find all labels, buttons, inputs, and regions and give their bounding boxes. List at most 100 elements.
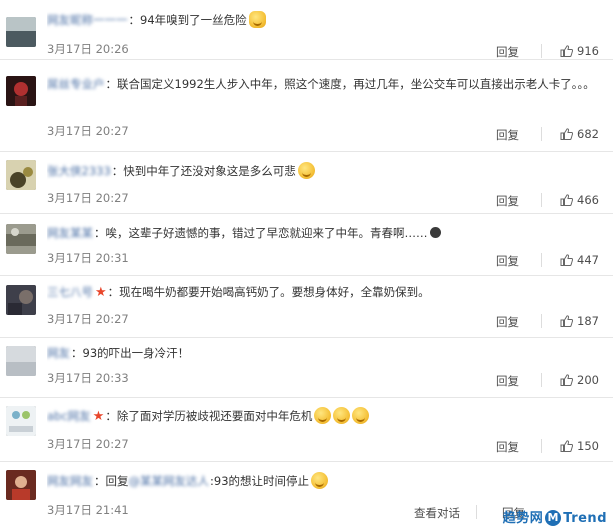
comment-text: 93的想让时间停止: [213, 474, 310, 488]
divider: [541, 373, 542, 387]
comment-text: 93的吓出一身冷汗！: [82, 346, 190, 360]
thinking-emoji-icon: [311, 472, 329, 489]
sad-emoji-icon: [333, 407, 351, 424]
comment-text: 联合国定义1992生人步入中年，照这个速度，再过几年，坐公交车可以直接出示老人卡…: [117, 77, 595, 91]
comment-body: 网友：93的吓出一身冷汗！: [47, 343, 599, 363]
like-count: 187: [577, 314, 599, 328]
reply-button[interactable]: 回复: [496, 439, 519, 455]
username-link[interactable]: abc网友: [47, 406, 91, 426]
avatar[interactable]: [6, 17, 36, 47]
sad-emoji-icon: [352, 407, 370, 424]
username-link[interactable]: 三七八号: [47, 282, 93, 302]
comment-body: 屌丝专业户：联合国定义1992生人步入中年，照这个速度，再过几年，坐公交车可以直…: [47, 74, 599, 94]
like-count: 466: [577, 193, 599, 207]
username-link[interactable]: 屌丝专业户: [47, 74, 105, 94]
avatar[interactable]: [6, 76, 36, 106]
view-dialog-button[interactable]: 查看对话: [414, 505, 460, 521]
comment-item: 屌丝专业户：联合国定义1992生人步入中年，照这个速度，再过几年，坐公交车可以直…: [0, 60, 613, 152]
avatar[interactable]: [6, 224, 36, 254]
reply-button[interactable]: 回复: [496, 253, 519, 269]
comment-text: 现在喝牛奶都要开始喝高钙奶了。要想身体好，全靠奶保到。: [119, 285, 430, 299]
comment-body: 张大侠2333：快到中年了还没对象这是多么可悲: [47, 161, 599, 181]
avatar-image: [6, 76, 36, 106]
avatar[interactable]: [6, 160, 36, 190]
divider: [541, 193, 542, 207]
watermark-text: 趋势网: [502, 511, 544, 526]
avatar-image: [6, 285, 36, 315]
avatar-image: [6, 224, 36, 254]
username-link[interactable]: 网友网友: [47, 471, 93, 491]
comment-body: 网友昵称一一一：94年嗅到了一丝危险: [47, 10, 599, 30]
username-link[interactable]: 网友某某: [47, 223, 93, 243]
avatar-image: [6, 17, 36, 47]
like-button[interactable]: 682: [560, 127, 599, 141]
reply-button[interactable]: 回复: [496, 314, 519, 330]
like-button[interactable]: 447: [560, 253, 599, 267]
divider: [476, 505, 477, 519]
divider: [541, 314, 542, 328]
comment-item: 三七八号 ★：现在喝牛奶都要开始喝高钙奶了。要想身体好，全靠奶保到。 3月17日 …: [0, 276, 613, 338]
like-button[interactable]: 187: [560, 314, 599, 328]
like-button[interactable]: 466: [560, 193, 599, 207]
sad-emoji-icon: [297, 162, 315, 179]
comment-body: 网友网友：回复@某某网友达人:93的想让时间停止: [47, 471, 599, 491]
like-button[interactable]: 150: [560, 439, 599, 453]
username-link[interactable]: 网友昵称一一一: [47, 10, 128, 30]
divider: [541, 127, 542, 141]
cat-emoji-icon: [248, 11, 266, 28]
avatar-image: [6, 160, 36, 190]
comment-text: 94年嗅到了一丝危险: [140, 13, 247, 27]
dark-emoji-icon: [429, 227, 441, 238]
divider: [541, 439, 542, 453]
avatar-image: [6, 406, 36, 436]
comment-time: 3月17日 20:33: [47, 371, 129, 385]
reply-button[interactable]: 回复: [496, 193, 519, 209]
comment-time: 3月17日 21:41: [47, 503, 129, 517]
thumbs-up-icon: [560, 315, 573, 327]
avatar[interactable]: [6, 470, 36, 500]
reply-button[interactable]: 回复: [496, 127, 519, 143]
comment-item: 网友昵称一一一：94年嗅到了一丝危险 3月17日 20:26 回复 916: [0, 0, 613, 60]
like-count: 200: [577, 373, 599, 387]
reply-button[interactable]: 回复: [496, 373, 519, 389]
comment-text: 唉，这辈子好遗憾的事，错过了早恋就迎来了中年。青春啊……: [105, 226, 428, 240]
thumbs-up-icon: [560, 45, 573, 57]
watermark-text-right: Trend: [563, 511, 607, 526]
thumbs-up-icon: [560, 440, 573, 452]
like-button[interactable]: 200: [560, 373, 599, 387]
reply-button[interactable]: 回复: [496, 44, 519, 60]
trend-logo-icon: M: [545, 510, 562, 526]
like-count: 682: [577, 127, 599, 141]
avatar[interactable]: [6, 285, 36, 315]
comment-time: 3月17日 20:31: [47, 251, 129, 265]
like-count: 447: [577, 253, 599, 267]
thumbs-up-icon: [560, 194, 573, 206]
sad-emoji-icon: [314, 407, 332, 424]
thumbs-up-icon: [560, 128, 573, 140]
comment-time: 3月17日 20:27: [47, 437, 129, 451]
comment-text: 除了面对学历被歧视还要面对中年危机: [116, 409, 313, 423]
avatar-image: [6, 346, 36, 376]
star-badge-icon: ★: [95, 285, 107, 300]
comment-item: abc网友 ★：除了面对学历被歧视还要面对中年危机 3月17日 20:27 回复 …: [0, 398, 613, 462]
comment-body: 网友某某：唉，这辈子好遗憾的事，错过了早恋就迎来了中年。青春啊……: [47, 223, 599, 243]
thumbs-up-icon: [560, 254, 573, 266]
comment-time: 3月17日 20:27: [47, 191, 129, 205]
comment-body: 三七八号 ★：现在喝牛奶都要开始喝高钙奶了。要想身体好，全靠奶保到。: [47, 282, 599, 303]
avatar[interactable]: [6, 406, 36, 436]
reply-prefix: 回复: [105, 474, 129, 488]
username-link[interactable]: 张大侠2333: [47, 161, 111, 181]
username-link[interactable]: 网友: [47, 343, 70, 363]
comment-item: 网友网友：回复@某某网友达人:93的想让时间停止 3月17日 21:41 查看对…: [0, 462, 613, 528]
like-count: 916: [577, 44, 599, 58]
like-button[interactable]: 916: [560, 44, 599, 58]
avatar[interactable]: [6, 346, 36, 376]
like-count: 150: [577, 439, 599, 453]
thumbs-up-icon: [560, 374, 573, 386]
star-badge-icon: ★: [92, 409, 105, 424]
reply-to-link[interactable]: @某某网友达人: [129, 471, 210, 491]
comment-time: 3月17日 20:26: [47, 42, 129, 56]
watermark-logo: 趋势网 M Trend: [503, 507, 607, 526]
comment-time: 3月17日 20:27: [47, 124, 129, 138]
divider: [541, 44, 542, 58]
